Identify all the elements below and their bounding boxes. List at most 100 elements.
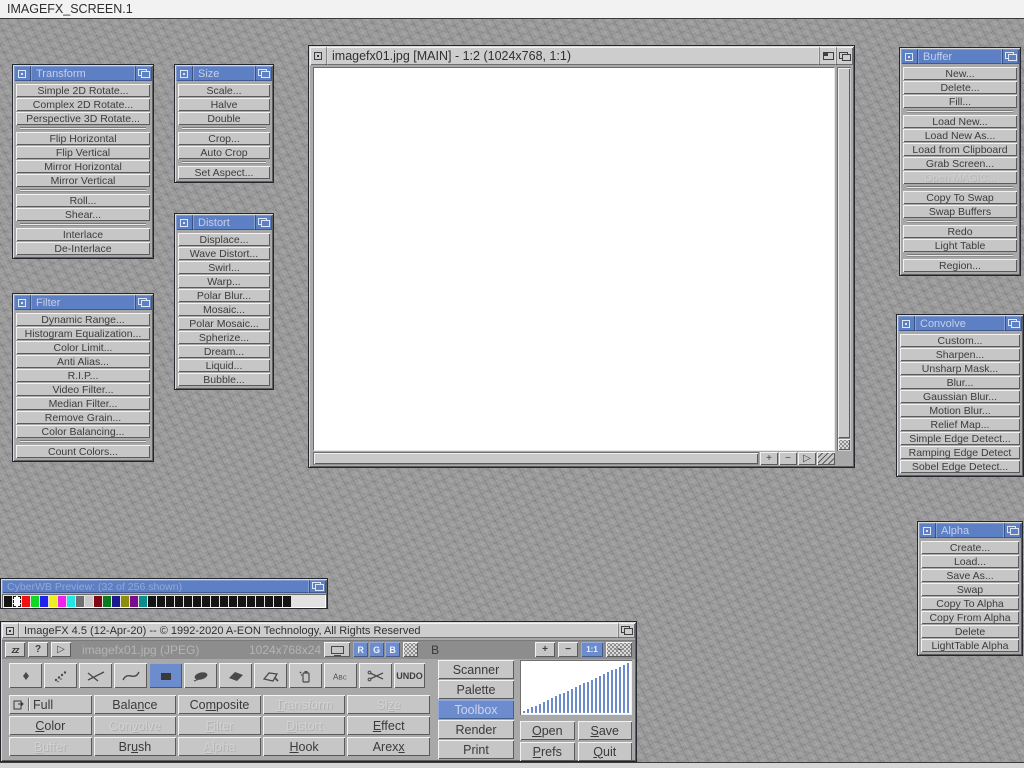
motion-blur-button[interactable]: Motion Blur...	[900, 404, 1020, 417]
horizontal-scrollbar[interactable]	[313, 452, 759, 465]
fill-button[interactable]: Fill...	[903, 95, 1017, 108]
full-button[interactable]: Full	[9, 695, 92, 714]
mirror-horizontal-button[interactable]: Mirror Horizontal	[16, 160, 150, 173]
load-button[interactable]: Load...	[921, 555, 1019, 568]
video-filter-button[interactable]: Video Filter...	[16, 383, 150, 396]
scroll-dither-button[interactable]	[838, 439, 850, 450]
palette-swatch[interactable]	[265, 596, 273, 607]
undo-button[interactable]: UNDO	[394, 663, 425, 688]
mode-print-button[interactable]: Print	[438, 740, 514, 759]
line-tool[interactable]	[79, 663, 112, 688]
text-tool[interactable]: ABC	[324, 663, 357, 688]
close-gadget[interactable]	[176, 66, 193, 81]
ramping-edge-detect-button[interactable]: Ramping Edge Detect	[900, 446, 1020, 459]
palette-swatch[interactable]	[4, 596, 12, 607]
transform-button[interactable]: Transform	[263, 695, 346, 714]
double-button[interactable]: Double	[178, 112, 270, 125]
create-button[interactable]: Create...	[921, 541, 1019, 554]
effect-button[interactable]: Effect	[347, 716, 430, 735]
palette-swatch[interactable]	[22, 596, 30, 607]
help-button[interactable]: ?	[28, 642, 48, 657]
auto-crop-button[interactable]: Auto Crop	[178, 146, 270, 159]
panel-titlebar[interactable]: Filter	[14, 295, 152, 310]
convolve-button[interactable]: Convolve	[94, 716, 177, 735]
flip-vertical-button[interactable]: Flip Vertical	[16, 146, 150, 159]
zoom-ratio-button[interactable]: 1:1	[581, 642, 603, 657]
arexx-button[interactable]: Arexx	[347, 737, 430, 756]
palette-swatch[interactable]	[211, 596, 219, 607]
palette-titlebar[interactable]: CyberWB Preview: (32 of 256 shown)	[2, 580, 326, 593]
palette-swatch[interactable]	[139, 596, 147, 607]
de-interlace-button[interactable]: De-Interlace	[16, 242, 150, 255]
panel-titlebar[interactable]: Size	[176, 66, 272, 81]
interlace-button[interactable]: Interlace	[16, 228, 150, 241]
zoom-in-button[interactable]: +	[760, 452, 778, 465]
load-new-as-button[interactable]: Load New As...	[903, 129, 1017, 142]
simple-2d-rotate-button[interactable]: Simple 2D Rotate...	[16, 84, 150, 97]
palette-swatch[interactable]	[67, 596, 75, 607]
alpha-channel-button[interactable]	[403, 642, 418, 657]
scissors-tool[interactable]	[359, 663, 392, 688]
palette-swatch[interactable]	[94, 596, 102, 607]
wave-distort-button[interactable]: Wave Distort...	[178, 247, 270, 260]
dynamic-range-button[interactable]: Dynamic Range...	[16, 313, 150, 326]
roll-button[interactable]: Roll...	[16, 194, 150, 207]
palette-swatch[interactable]	[247, 596, 255, 607]
zoom-out-button[interactable]: −	[779, 452, 797, 465]
palette-swatch[interactable]	[40, 596, 48, 607]
size-button[interactable]: Size	[347, 695, 430, 714]
flip-horizontal-button[interactable]: Flip Horizontal	[16, 132, 150, 145]
close-gadget[interactable]	[898, 316, 915, 331]
palette-swatch[interactable]	[85, 596, 93, 607]
filter-button[interactable]: Filter	[178, 716, 261, 735]
close-gadget[interactable]	[176, 215, 193, 230]
swap-buffers-button[interactable]: Swap Buffers	[903, 205, 1017, 218]
horizontal-scroll-thumb[interactable]	[314, 453, 758, 464]
delete-button[interactable]: Delete	[921, 625, 1019, 638]
mode-palette-button[interactable]: Palette	[438, 680, 514, 699]
distort-button[interactable]: Distort	[263, 716, 346, 735]
copy-to-swap-button[interactable]: Copy To Swap	[903, 191, 1017, 204]
new-button[interactable]: New...	[903, 67, 1017, 80]
palette-swatch[interactable]	[121, 596, 129, 607]
zoom-gadget[interactable]	[819, 47, 836, 65]
swap-button[interactable]: Swap	[921, 583, 1019, 596]
sobel-edge-detect-button[interactable]: Sobel Edge Detect...	[900, 460, 1020, 473]
dream-button[interactable]: Dream...	[178, 345, 270, 358]
quit-button[interactable]: Quit	[578, 742, 633, 761]
relief-map-button[interactable]: Relief Map...	[900, 418, 1020, 431]
hook-button[interactable]: Hook	[263, 737, 346, 756]
palette-swatch[interactable]	[58, 596, 66, 607]
resize-gadget[interactable]	[817, 452, 835, 465]
palette-swatch[interactable]	[112, 596, 120, 607]
halve-button[interactable]: Halve	[178, 98, 270, 111]
depth-gadget[interactable]	[1004, 523, 1021, 538]
palette-swatch[interactable]	[229, 596, 237, 607]
close-gadget[interactable]	[310, 47, 327, 65]
shear-button[interactable]: Shear...	[16, 208, 150, 221]
crop-button[interactable]: Crop...	[178, 132, 270, 145]
palette-swatch[interactable]	[202, 596, 210, 607]
depth-gadget[interactable]	[135, 295, 152, 310]
mode-scanner-button[interactable]: Scanner	[438, 660, 514, 679]
panel-titlebar[interactable]: Alpha	[919, 523, 1021, 538]
curve-tool[interactable]	[114, 663, 147, 688]
depth-gadget[interactable]	[618, 623, 635, 638]
sharpen-button[interactable]: Sharpen...	[900, 348, 1020, 361]
point-tool[interactable]	[9, 663, 42, 688]
depth-gadget[interactable]	[255, 215, 272, 230]
vertical-scroll-thumb[interactable]	[838, 68, 850, 438]
perspective-3d-rotate-button[interactable]: Perspective 3D Rotate...	[16, 112, 150, 125]
palette-swatch[interactable]	[148, 596, 156, 607]
lighttable-alpha-button[interactable]: LightTable Alpha	[921, 639, 1019, 652]
panel-titlebar[interactable]: Distort	[176, 215, 272, 230]
gaussian-blur-button[interactable]: Gaussian Blur...	[900, 390, 1020, 403]
depth-gadget[interactable]	[135, 66, 152, 81]
region-button[interactable]: Region...	[903, 259, 1017, 272]
complex-2d-rotate-button[interactable]: Complex 2D Rotate...	[16, 98, 150, 111]
image-canvas[interactable]	[313, 67, 835, 451]
dither-preview-button[interactable]: ~	[606, 642, 632, 657]
palette-swatch[interactable]	[166, 596, 174, 607]
panel-titlebar[interactable]: Transform	[14, 66, 152, 81]
displace-button[interactable]: Displace...	[178, 233, 270, 246]
